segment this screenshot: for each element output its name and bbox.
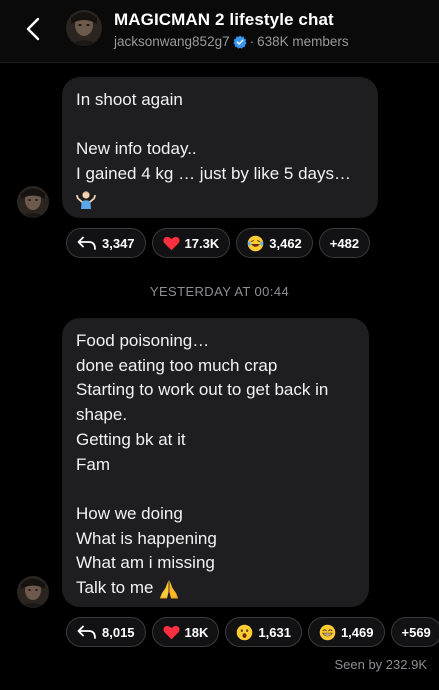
message-line: I gained 4 kg … just by like 5 days… [76, 164, 351, 184]
back-button[interactable] [22, 14, 46, 44]
surprised-face-emoji-icon [236, 624, 253, 641]
wow-reaction-button[interactable]: 1,631 [225, 617, 302, 647]
message-line: How we doing [76, 503, 183, 523]
reply-count: 8,015 [102, 624, 135, 640]
heart-count: 17.3K [184, 235, 220, 251]
message-line: In shoot again [76, 90, 183, 109]
message-line: New info today.. [76, 139, 197, 159]
message-line-with-emoji: Talk to me [76, 576, 355, 601]
laugh-count: 3,462 [269, 235, 302, 251]
wow-count: 1,631 [258, 624, 291, 640]
message-bubble[interactable]: Food poisoning… done eating too much cra… [62, 318, 369, 607]
more-reactions-count: +482 [329, 235, 360, 251]
laughing-tears-emoji-icon [247, 235, 264, 252]
chat-title[interactable]: MAGICMAN 2 lifestyle chat [114, 10, 334, 30]
reactions-bar: 8,015 18K 1,631 1,469 +569 [66, 617, 439, 647]
message-line: Fam [76, 454, 110, 474]
reply-count: 3,347 [102, 235, 135, 251]
more-reactions-count: +569 [401, 624, 431, 640]
heart-reaction-button[interactable]: 18K [151, 617, 220, 647]
chat-subtitle: jacksonwang852g7 · 638K members [114, 34, 349, 49]
laugh-reaction-button[interactable]: 3,462 [236, 228, 313, 258]
heart-icon [162, 625, 180, 640]
verified-badge-icon [232, 35, 247, 49]
grinning-face-emoji-icon [319, 624, 336, 641]
message-line: done eating too much crap [76, 355, 278, 375]
date-divider: YESTERDAY AT 00:44 [149, 284, 290, 299]
member-count[interactable]: 638K members [257, 34, 349, 49]
chat-header: MAGICMAN 2 lifestyle chat jacksonwang852… [0, 0, 439, 63]
owner-username[interactable]: jacksonwang852g7 [114, 34, 230, 49]
grin-reaction-button[interactable]: 1,469 [307, 617, 385, 647]
grin-count: 1,469 [340, 624, 374, 640]
more-reactions-button[interactable]: +482 [318, 228, 371, 258]
reply-count-button[interactable]: 3,347 [66, 228, 146, 258]
reply-arrow-icon [77, 625, 97, 639]
person-shrugging-emoji [76, 191, 96, 210]
reply-arrow-icon [77, 236, 97, 250]
message-bubble[interactable]: In shoot again New info today.. I gained… [62, 77, 378, 218]
message-line: What is happening [76, 528, 217, 548]
message-line: Starting to work out to get back in [76, 380, 329, 400]
message-line: shape. [76, 405, 128, 425]
reply-count-button[interactable]: 8,015 [66, 617, 146, 647]
message-line: Food poisoning… [76, 331, 210, 350]
heart-reaction-button[interactable]: 17.3K [151, 228, 231, 258]
separator-dot: · [249, 34, 255, 49]
message-line: Talk to me [76, 578, 154, 598]
seen-by-count[interactable]: Seen by 232.9K [334, 657, 427, 672]
more-reactions-button[interactable]: +569 [390, 617, 439, 647]
sender-avatar[interactable] [17, 186, 49, 218]
message-line: What am i missing [76, 553, 215, 573]
chevron-left-icon [26, 17, 40, 41]
sender-avatar[interactable] [17, 576, 49, 608]
message-emoji-line [76, 187, 364, 212]
folded-hands-emoji [160, 579, 179, 599]
heart-count: 18K [184, 624, 209, 640]
message-line: Getting bk at it [76, 429, 186, 449]
channel-avatar[interactable] [66, 10, 102, 46]
heart-icon [162, 236, 180, 251]
reactions-bar: 3,347 17.3K 3,462 +482 [66, 228, 371, 258]
